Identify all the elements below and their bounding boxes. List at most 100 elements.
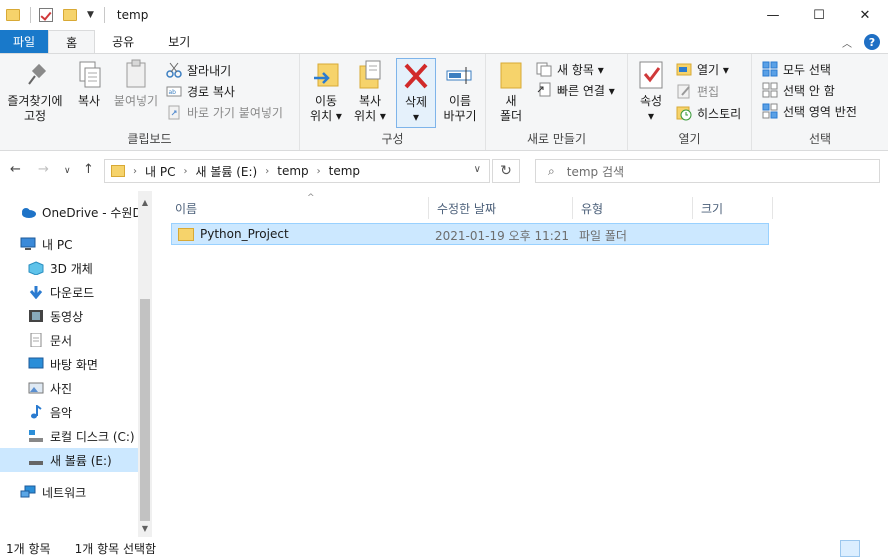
pin-icon bbox=[19, 58, 51, 92]
new-item-button[interactable]: 새 항목 ▾ bbox=[536, 59, 604, 79]
history-icon bbox=[676, 105, 692, 121]
search-input[interactable]: temp 검색 bbox=[567, 163, 624, 180]
select-none-button[interactable]: 선택 안 함 bbox=[762, 80, 835, 100]
sort-ascending-icon: ^ bbox=[307, 193, 315, 203]
tab-view[interactable]: 보기 bbox=[151, 30, 207, 53]
nav-pane-scrollbar[interactable]: ▲ ▼ bbox=[138, 191, 152, 537]
music-icon bbox=[28, 404, 44, 419]
breadcrumb-chevron-icon[interactable]: › bbox=[265, 166, 269, 177]
paste-button[interactable]: 붙여넣기 bbox=[110, 58, 162, 109]
scissors-icon bbox=[166, 62, 182, 78]
invert-selection-icon bbox=[762, 103, 778, 119]
back-arrow-icon[interactable]: ← bbox=[10, 162, 21, 177]
easy-access-button[interactable]: 빠른 연결 ▾ bbox=[536, 80, 615, 100]
clipboard-group-label: 클립보드 bbox=[127, 132, 172, 146]
refresh-button[interactable]: ↻ bbox=[492, 159, 520, 183]
cut-button[interactable]: 잘라내기 bbox=[166, 60, 231, 80]
nav-item-pictures[interactable]: 사진 bbox=[0, 376, 138, 400]
navigation-pane: OneDrive - 수원D 내 PC 3D 개체 다운로드 동영상 문서 바탕… bbox=[0, 191, 152, 537]
breadcrumb-chevron-icon[interactable]: › bbox=[133, 166, 137, 177]
scrollbar-thumb[interactable] bbox=[140, 299, 150, 521]
easy-access-icon bbox=[536, 82, 552, 98]
delete-button[interactable]: 삭제 ▾ bbox=[396, 58, 436, 128]
edit-icon bbox=[676, 83, 692, 99]
open-button[interactable]: 열기 ▾ bbox=[676, 59, 729, 79]
nav-item-music[interactable]: 음악 bbox=[0, 400, 138, 424]
copy-to-button[interactable]: 복사 위치 ▾ bbox=[350, 58, 390, 124]
scroll-down-chevron-icon[interactable]: ▼ bbox=[138, 521, 152, 537]
recent-locations-chevron-icon[interactable]: ∨ bbox=[64, 166, 71, 176]
invert-selection-button[interactable]: 선택 영역 반전 bbox=[762, 101, 857, 121]
status-bar: 1개 항목 1개 항목 선택함 bbox=[0, 537, 888, 560]
delete-dropdown-chevron-icon[interactable]: ▾ bbox=[413, 110, 419, 125]
search-box[interactable]: ⌕ temp 검색 bbox=[535, 159, 880, 183]
nav-item-3d-objects[interactable]: 3D 개체 bbox=[0, 256, 138, 280]
pin-quick-access-button[interactable]: 즐겨찾기에 고정 bbox=[4, 58, 66, 124]
address-dropdown-chevron-icon[interactable]: ∨ bbox=[474, 164, 481, 175]
nav-item-videos[interactable]: 동영상 bbox=[0, 304, 138, 328]
forward-arrow-icon[interactable]: → bbox=[38, 162, 49, 177]
ribbon-tabs: 파일 홈 공유 보기 ︿ ? bbox=[0, 30, 888, 53]
history-button[interactable]: 히스토리 bbox=[676, 103, 741, 123]
new-group: 새 폴더 새 항목 ▾ 빠른 연결 ▾ 새로 만들기 bbox=[486, 54, 628, 150]
maximize-button[interactable]: ☐ bbox=[796, 0, 842, 30]
new-folder-button[interactable]: 새 폴더 bbox=[494, 58, 528, 124]
help-icon[interactable]: ? bbox=[864, 34, 880, 50]
copy-path-button[interactable]: ab 경로 복사 bbox=[166, 81, 235, 101]
nav-item-desktop[interactable]: 바탕 화면 bbox=[0, 352, 138, 376]
properties-button[interactable]: 속성 ▾ bbox=[634, 58, 668, 124]
nav-item-this-pc[interactable]: 내 PC bbox=[0, 232, 138, 256]
new-folder-icon bbox=[495, 58, 527, 92]
column-header-type[interactable]: 유형 bbox=[573, 197, 693, 219]
breadcrumb-temp-current[interactable]: temp bbox=[329, 164, 360, 178]
close-button[interactable]: ✕ bbox=[842, 0, 888, 30]
properties-quick-icon[interactable] bbox=[39, 8, 53, 22]
column-header-name[interactable]: ^ 이름 bbox=[167, 193, 429, 219]
paste-shortcut-button[interactable]: 바로 가기 붙여넣기 bbox=[166, 102, 283, 122]
tab-file[interactable]: 파일 bbox=[0, 30, 49, 53]
cloud-icon bbox=[20, 205, 36, 219]
document-icon bbox=[28, 332, 44, 348]
nav-item-documents[interactable]: 문서 bbox=[0, 328, 138, 352]
breadcrumb-volume-e[interactable]: 새 볼륨 (E:) bbox=[195, 163, 257, 180]
properties-dropdown-chevron-icon[interactable]: ▾ bbox=[648, 109, 654, 124]
column-header-modified[interactable]: 수정한 날짜 bbox=[429, 197, 573, 219]
copy-button[interactable]: 복사 bbox=[70, 58, 108, 109]
collapse-ribbon-icon[interactable]: ︿ bbox=[842, 35, 852, 50]
up-arrow-icon[interactable]: ↑ bbox=[83, 162, 94, 177]
large-icons-view-button[interactable] bbox=[864, 540, 884, 557]
new-item-icon bbox=[536, 61, 552, 77]
tab-share[interactable]: 공유 bbox=[95, 30, 151, 53]
column-header-size[interactable]: 크기 bbox=[693, 197, 773, 219]
select-all-button[interactable]: 모두 선택 bbox=[762, 59, 831, 79]
minimize-button[interactable]: — bbox=[750, 0, 796, 30]
nav-item-volume-e[interactable]: 새 볼륨 (E:) bbox=[0, 448, 138, 472]
organize-group-label: 구성 bbox=[381, 132, 404, 146]
file-type: 파일 폴더 bbox=[579, 229, 627, 243]
edit-button[interactable]: 편집 bbox=[676, 81, 719, 101]
address-bar[interactable]: › 내 PC › 새 볼륨 (E:) › temp › temp ∨ bbox=[104, 159, 490, 183]
scroll-up-chevron-icon[interactable]: ▲ bbox=[138, 195, 152, 211]
move-to-button[interactable]: 이동 위치 ▾ bbox=[306, 58, 346, 124]
customize-toolbar-chevron-icon[interactable]: ▼ bbox=[87, 10, 94, 20]
nav-item-network[interactable]: 네트워크 bbox=[0, 480, 138, 504]
breadcrumb-chevron-icon[interactable]: › bbox=[183, 166, 187, 177]
table-row[interactable]: Python_Project 2021-01-19 오후 11:21 파일 폴더 bbox=[171, 223, 769, 245]
nav-item-local-disk-c[interactable]: 로컬 디스크 (C:) bbox=[0, 424, 138, 448]
window-title: temp bbox=[116, 8, 149, 22]
details-view-button[interactable] bbox=[840, 540, 860, 557]
breadcrumb-temp[interactable]: temp bbox=[277, 164, 308, 178]
folder-icon bbox=[178, 227, 194, 241]
nav-item-downloads[interactable]: 다운로드 bbox=[0, 280, 138, 304]
desktop-icon bbox=[28, 357, 44, 371]
search-icon: ⌕ bbox=[548, 163, 555, 178]
paste-shortcut-icon bbox=[166, 104, 182, 120]
breadcrumb-chevron-icon[interactable]: › bbox=[317, 166, 321, 177]
nav-item-onedrive[interactable]: OneDrive - 수원D bbox=[0, 200, 138, 224]
drive-icon bbox=[28, 453, 44, 467]
file-modified: 2021-01-19 오후 11:21 bbox=[435, 229, 570, 243]
rename-button[interactable]: 이름 바꾸기 bbox=[440, 58, 480, 124]
tab-home[interactable]: 홈 bbox=[48, 30, 96, 53]
breadcrumb-this-pc[interactable]: 내 PC bbox=[145, 163, 175, 180]
new-folder-quick-icon[interactable] bbox=[63, 9, 77, 21]
